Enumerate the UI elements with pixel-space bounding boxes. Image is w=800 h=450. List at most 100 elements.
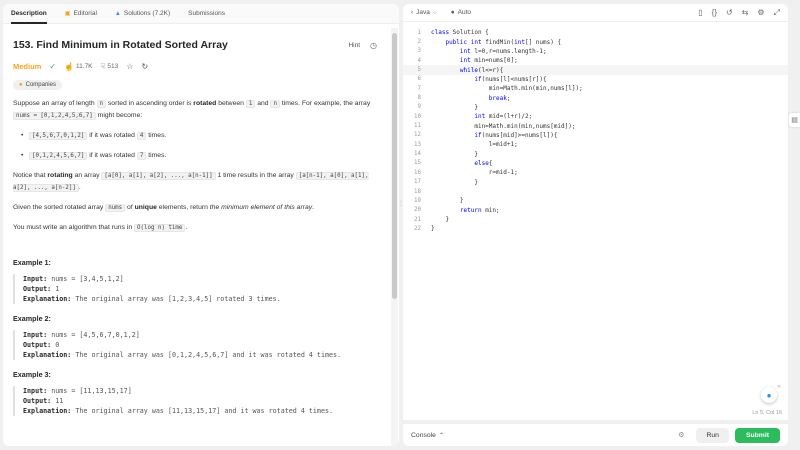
code-text: } [431, 103, 478, 111]
console-toggle[interactable]: Console ⌃ [411, 432, 444, 439]
code-line[interactable]: 19 } [403, 196, 788, 205]
list-item: [4,5,6,7,0,1,2] if it was rotated 4 time… [21, 130, 377, 142]
line-number: 9 [417, 104, 422, 111]
tab-solutions[interactable]: ▲ Solutions (7.2K) [115, 4, 170, 24]
code-text: r=mid-1; [431, 169, 518, 177]
code-line[interactable]: 9 } [403, 103, 788, 112]
line-number: 10 [414, 113, 421, 120]
code-line[interactable]: 16 r=mid-1; [403, 168, 788, 177]
line-number: 13 [414, 141, 421, 148]
code-line[interactable]: 14 } [403, 149, 788, 158]
line-number: 16 [414, 169, 421, 176]
example-1: Example 1: Input: nums = [3,4,5,1,2] Out… [13, 258, 377, 304]
line-number: 17 [414, 179, 421, 186]
description-paragraph-1: Suppose an array of length n sorted in a… [13, 100, 371, 120]
line-number: 4 [417, 57, 422, 64]
code-line[interactable]: 18 [403, 187, 788, 196]
hint-button[interactable]: Hint [348, 42, 360, 49]
thumbs-down-icon: ☟ [100, 61, 106, 71]
line-number: 14 [414, 151, 421, 158]
shortcut-icon[interactable]: ⇆ [742, 8, 749, 17]
submit-button[interactable]: Submit [734, 427, 780, 443]
line-number: 19 [414, 197, 421, 204]
scrollbar-thumb[interactable] [392, 33, 397, 299]
code-line[interactable]: 8 break; [403, 93, 788, 102]
code-text: int mid=(l+r)/2; [474, 113, 533, 121]
line-number: 20 [414, 207, 421, 214]
star-icon[interactable]: ☆ [126, 62, 133, 71]
code-line[interactable]: 13 l=mid+1; [403, 140, 788, 149]
close-icon[interactable]: ✕ [777, 384, 781, 390]
language-select[interactable]: ‹ Java ⌵ [411, 9, 437, 16]
chat-assistant-button[interactable]: ● [761, 387, 777, 403]
run-button[interactable]: Run [696, 427, 729, 443]
fullscreen-icon[interactable]: ⤢ [774, 8, 780, 18]
lock-icon: ● [19, 82, 23, 88]
like-button[interactable]: ☝ 11.7K [64, 62, 92, 71]
debug-icon[interactable]: ⚙ [678, 431, 684, 439]
description-paragraph-2: Notice that rotating an array [a[0], a[1… [13, 172, 369, 192]
line-number: 8 [417, 95, 422, 102]
line-number: 6 [417, 76, 422, 83]
line-number: 11 [414, 123, 421, 130]
code-text: min=Math.min(min,nums[l]); [431, 85, 583, 93]
timer-icon[interactable]: ◷ [370, 41, 377, 50]
code-text: if(nums[mid]>=nums[l]){ [474, 131, 558, 139]
code-line[interactable]: 3 int l=0,r=nums.length-1; [403, 47, 788, 56]
example-2: Example 2: Input: nums = [4,5,6,7,0,1,2]… [13, 314, 377, 360]
line-number: 18 [414, 188, 421, 195]
code-line[interactable]: 20 return min; [403, 206, 788, 215]
problem-description: 153. Find Minimum in Rotated Sorted Arra… [3, 25, 387, 446]
line-number: 2 [417, 39, 422, 46]
tab-submissions[interactable]: Submissions [188, 4, 225, 24]
code-text: min=Math.min(min,nums[mid]); [431, 122, 576, 130]
code-line[interactable]: 17 } [403, 178, 788, 187]
line-number: 12 [414, 132, 421, 139]
reset-icon[interactable]: ↺ [726, 8, 733, 17]
tab-description[interactable]: Description [11, 4, 47, 24]
line-number: 21 [414, 216, 421, 223]
code-text: } [431, 225, 435, 233]
problem-tabs: Description ▣ Editorial ▲ Solutions (7.2K)… [3, 4, 399, 24]
panel-resize-handle[interactable]: ⋮ [398, 200, 404, 220]
notes-icon: ▤ [791, 117, 798, 124]
side-panel-toggle[interactable]: ▤ [789, 113, 800, 127]
line-number: 5 [417, 67, 422, 74]
braces-icon[interactable]: {} [712, 8, 717, 17]
chat-icon: ● [766, 390, 772, 400]
bookmark-icon[interactable]: ▯ [698, 8, 702, 17]
code-line[interactable]: 22} [403, 224, 788, 233]
code-line[interactable]: 11 min=Math.min(min,nums[mid]); [403, 121, 788, 130]
code-text: break; [488, 94, 511, 102]
auto-toggle[interactable]: ● Auto [451, 9, 471, 16]
code-text: while(l<=r){ [459, 66, 504, 74]
editor-bottom-bar: Console ⌃ ⚙ Run Submit [403, 423, 788, 446]
code-line[interactable]: 12 if(nums[mid]>=nums[l]){ [403, 131, 788, 140]
code-line[interactable]: 4 int min=nums[0]; [403, 56, 788, 65]
code-editor-panel: ‹ Java ⌵ ● Auto ▯ {} ↺ ⇆ ⚙ ⤢ 1 class Solutio… [403, 4, 788, 420]
code-line[interactable]: 7 min=Math.min(min,nums[l]); [403, 84, 788, 93]
code-line[interactable]: 1 class Solution { [403, 28, 788, 37]
page-title: 153. Find Minimum in Rotated Sorted Arra… [13, 39, 228, 51]
code-line[interactable]: 5 while(l<=r){ [403, 65, 788, 75]
code-text: return min; [459, 206, 500, 214]
code-text: else{ [474, 159, 493, 167]
code-area[interactable]: 1 class Solution {2 public int findMin(in… [403, 28, 788, 234]
share-icon[interactable]: ↻ [141, 62, 148, 71]
dislike-button[interactable]: ☟ 513 [101, 62, 119, 71]
code-line[interactable]: 6 if(nums[l]<nums[r]){ [403, 75, 788, 84]
settings-icon[interactable]: ⚙ [757, 8, 764, 17]
list-item: [0,1,2,4,5,6,7] if it was rotated 7 time… [21, 150, 377, 162]
description-scrollbar[interactable] [391, 28, 398, 446]
companies-tag[interactable]: ● Companies [13, 80, 62, 90]
description-paragraph-3: Given the sorted rotated array nums of u… [13, 204, 315, 212]
code-line[interactable]: 15 else{ [403, 159, 788, 168]
code-line[interactable]: 21 } [403, 215, 788, 224]
code-line[interactable]: 2 public int findMin(int[] nums) { [403, 37, 788, 46]
book-icon: ▣ [64, 11, 71, 17]
thumbs-up-icon: ☝ [64, 61, 75, 71]
code-line[interactable]: 10 int mid=(l+r)/2; [403, 112, 788, 121]
chevron-down-icon: ⌵ [432, 9, 437, 16]
line-number: 3 [417, 48, 422, 55]
tab-editorial[interactable]: ▣ Editorial [65, 4, 97, 24]
